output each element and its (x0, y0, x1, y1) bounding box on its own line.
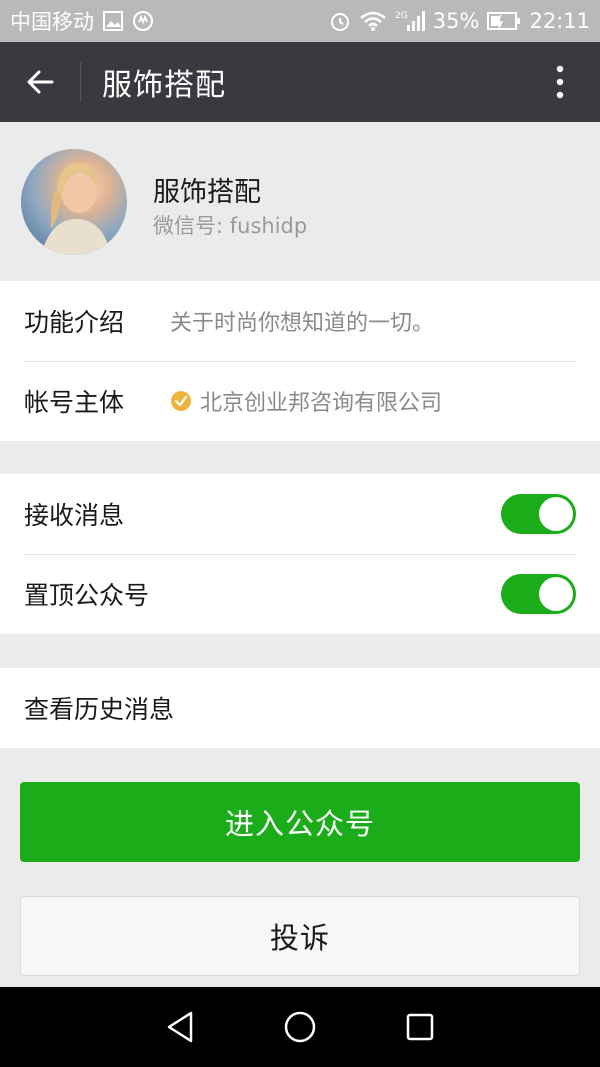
more-vertical-icon (556, 65, 564, 99)
history-label: 查看历史消息 (24, 695, 175, 724)
nav-home-button[interactable] (270, 997, 330, 1057)
intro-label: 功能介绍 (24, 308, 125, 337)
intro-value: 关于时尚你想知道的一切。 (170, 311, 435, 336)
title-bar: 服饰搭配 (0, 42, 600, 122)
complain-button[interactable]: 投诉 (20, 896, 580, 976)
info-row-intro[interactable]: 功能介绍 关于时尚你想知道的一切。 (0, 281, 600, 361)
alarm-icon (329, 10, 351, 32)
status-bar-left: 中国移动 (10, 6, 154, 36)
entity-value-wrap: 北京创业邦咨询有限公司 (170, 385, 442, 417)
settings-row-receive: 接收消息 (0, 474, 600, 554)
account-name: 服饰搭配 (153, 177, 261, 208)
receive-messages-toggle[interactable] (501, 494, 576, 534)
carrier-name: 中国移动 (10, 10, 94, 34)
back-button[interactable] (0, 42, 80, 122)
history-card: 查看历史消息 (0, 668, 600, 748)
verified-badge-icon (171, 391, 191, 411)
triangle-back-icon (167, 1011, 193, 1043)
more-menu-button[interactable] (520, 42, 600, 122)
system-nav-bar (0, 987, 600, 1067)
wechat-id: 微信号: fushidp (153, 214, 308, 238)
signal-icon: 2G (395, 9, 425, 33)
title-divider (80, 62, 81, 102)
wifi-icon (359, 10, 387, 32)
pin-account-toggle[interactable] (501, 574, 576, 614)
info-card: 功能介绍 关于时尚你想知道的一切。 帐号主体 北京创业邦咨询有限公司 (0, 281, 600, 441)
info-row-entity[interactable]: 帐号主体 北京创业邦咨询有限公司 (0, 361, 600, 441)
nav-recents-button[interactable] (390, 997, 450, 1057)
gallery-icon (102, 10, 124, 32)
avatar-image (41, 162, 111, 255)
intro-value-wrap: 关于时尚你想知道的一切。 (170, 305, 434, 337)
status-bar: 中国移动 2G 35% 22:11 (0, 0, 600, 42)
battery-percent: 35% (432, 9, 480, 33)
nav-back-button[interactable] (150, 997, 210, 1057)
toggle-knob (539, 497, 573, 531)
back-arrow-icon (27, 70, 54, 94)
settings-row-pin: 置顶公众号 (0, 554, 600, 634)
profile-header (0, 122, 600, 281)
pin-account-label: 置顶公众号 (24, 581, 150, 610)
entity-value: 北京创业邦咨询有限公司 (200, 391, 443, 416)
square-recents-icon (406, 1013, 434, 1041)
toggle-knob (539, 577, 573, 611)
avatar[interactable] (21, 149, 127, 255)
history-row[interactable]: 查看历史消息 (0, 668, 600, 748)
app-notification-icon (132, 10, 154, 32)
circle-home-icon (284, 1011, 316, 1043)
settings-card: 接收消息 置顶公众号 (0, 474, 600, 634)
entity-label: 帐号主体 (24, 388, 125, 417)
status-bar-right: 2G 35% 22:11 (329, 9, 590, 33)
network-type: 2G (395, 11, 408, 21)
receive-messages-label: 接收消息 (24, 501, 125, 530)
battery-icon (487, 11, 521, 31)
enter-account-button[interactable]: 进入公众号 (20, 782, 580, 862)
clock: 22:11 (529, 9, 590, 33)
page-title: 服饰搭配 (102, 68, 226, 103)
